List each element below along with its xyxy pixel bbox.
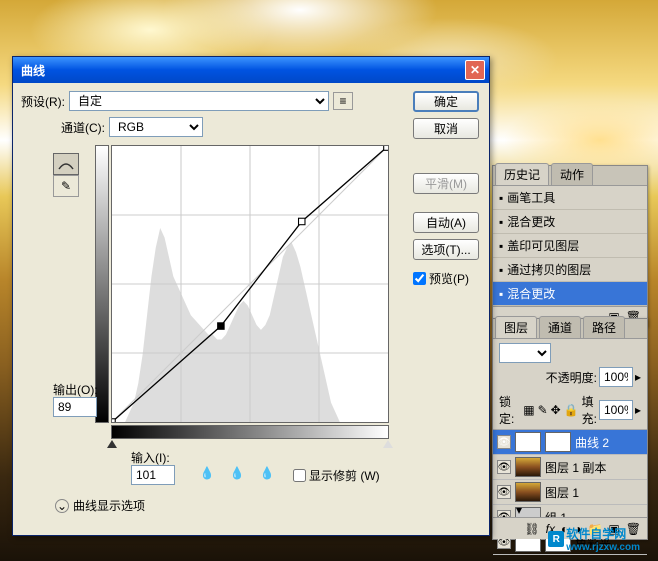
expand-label: 曲线显示选项 xyxy=(73,497,145,514)
opacity-label: 不透明度: xyxy=(546,369,597,386)
titlebar[interactable]: 曲线 ✕ xyxy=(13,57,489,83)
layer-thumb xyxy=(515,432,541,452)
smooth-button[interactable]: 平滑(M) xyxy=(413,173,479,194)
preset-menu-icon[interactable]: ≡ xyxy=(333,92,353,110)
mask-thumb xyxy=(545,432,571,452)
preset-label: 预设(R): xyxy=(21,93,65,110)
input-label: 输入(I): xyxy=(131,449,170,466)
auto-button[interactable]: 自动(A) xyxy=(413,212,479,233)
watermark-url: www.rjzxw.com xyxy=(566,542,640,553)
visibility-icon[interactable]: 👁 xyxy=(497,485,511,499)
curve-display-options[interactable]: ⌄ 曲线显示选项 xyxy=(55,497,145,514)
history-item[interactable]: ▪通过拷贝的图层 xyxy=(493,258,647,282)
layer-thumb xyxy=(515,482,541,502)
blend-mode-select[interactable] xyxy=(499,343,551,363)
history-item[interactable]: ▪混合更改 xyxy=(493,282,647,306)
gray-eyedropper[interactable]: 💧 xyxy=(227,463,247,483)
watermark-brand: 软件自学网 xyxy=(566,525,640,542)
fill-input[interactable] xyxy=(599,400,633,420)
history-panel: 历史记 动作 ▪画笔工具▪混合更改▪盖印可见图层▪通过拷贝的图层▪混合更改 ▣ … xyxy=(492,165,648,327)
history-step-icon: ▪ xyxy=(499,263,503,277)
dialog-title: 曲线 xyxy=(17,62,465,79)
pencil-tool-button[interactable]: ✎ xyxy=(53,175,79,197)
watermark: R 软件自学网 www.rjzxw.com xyxy=(548,525,640,553)
layer-thumb xyxy=(515,457,541,477)
opacity-input[interactable] xyxy=(599,367,633,387)
chevron-down-icon[interactable]: ▸ xyxy=(635,370,641,384)
fill-label: 填充: xyxy=(582,393,597,427)
link-icon[interactable]: ⛓ xyxy=(524,522,539,536)
ok-button[interactable]: 确定 xyxy=(413,91,479,112)
show-clipping-checkbox[interactable]: 显示修剪 (W) xyxy=(293,467,380,484)
lock-label: 锁定: xyxy=(499,393,520,427)
history-step-icon: ▪ xyxy=(499,215,503,229)
tab-channels[interactable]: 通道 xyxy=(539,316,581,338)
layer-name: 图层 1 副本 xyxy=(545,459,606,476)
white-point-slider[interactable] xyxy=(383,440,393,448)
history-item[interactable]: ▪画笔工具 xyxy=(493,186,647,210)
output-input[interactable] xyxy=(53,397,97,417)
curve-graph[interactable] xyxy=(111,145,389,423)
visibility-icon[interactable]: 👁 xyxy=(497,460,511,474)
tab-history[interactable]: 历史记 xyxy=(495,163,549,185)
history-step-icon: ▪ xyxy=(499,239,503,253)
chevron-down-icon[interactable]: ▸ xyxy=(635,403,641,417)
logo-icon: R xyxy=(548,531,564,547)
history-step-icon: ▪ xyxy=(499,287,503,301)
curves-dialog: 曲线 ✕ 预设(R): 自定 ≡ 通道(C): RGB ✎ 输出(O xyxy=(12,56,490,536)
layer-item[interactable]: 👁 图层 1 副本 xyxy=(493,455,647,480)
output-label: 输出(O): xyxy=(53,381,98,398)
lock-all-icon[interactable]: 🔒 xyxy=(564,403,579,417)
history-step-icon: ▪ xyxy=(499,191,503,205)
lock-paint-icon[interactable]: ✎ xyxy=(538,403,548,417)
pencil-icon: ✎ xyxy=(61,179,71,193)
show-clipping-label: 显示修剪 (W) xyxy=(309,467,380,484)
tab-actions[interactable]: 动作 xyxy=(551,163,593,185)
tab-paths[interactable]: 路径 xyxy=(583,316,625,338)
preview-checkbox[interactable]: 预览(P) xyxy=(413,270,479,287)
history-item[interactable]: ▪混合更改 xyxy=(493,210,647,234)
layer-name: 曲线 2 xyxy=(575,434,609,451)
black-point-slider[interactable] xyxy=(107,440,117,448)
history-item[interactable]: ▪盖印可见图层 xyxy=(493,234,647,258)
curve-tool-button[interactable] xyxy=(53,153,79,175)
input-gradient xyxy=(111,425,389,439)
cancel-button[interactable]: 取消 xyxy=(413,118,479,139)
layer-item[interactable]: 👁 曲线 2 xyxy=(493,430,647,455)
lock-move-icon[interactable]: ✥ xyxy=(551,403,561,417)
preset-select[interactable]: 自定 xyxy=(69,91,329,111)
close-button[interactable]: ✕ xyxy=(465,60,485,80)
visibility-icon[interactable]: 👁 xyxy=(497,435,511,449)
preview-input[interactable] xyxy=(413,272,426,285)
close-icon: ✕ xyxy=(470,63,480,77)
white-eyedropper[interactable]: 💧 xyxy=(257,463,277,483)
options-button[interactable]: 选项(T)... xyxy=(413,239,479,260)
layer-name: 图层 1 xyxy=(545,484,579,501)
black-eyedropper[interactable]: 💧 xyxy=(197,463,217,483)
layers-panel: 图层 通道 路径 不透明度: ▸ 锁定: ▦ ✎ ✥ 🔒 填充: ▸ 👁 曲线 2… xyxy=(492,318,648,540)
tab-layers[interactable]: 图层 xyxy=(495,316,537,338)
layer-item[interactable]: 👁 图层 1 xyxy=(493,480,647,505)
preview-label: 预览(P) xyxy=(429,270,469,287)
channel-label: 通道(C): xyxy=(61,119,105,136)
channel-select[interactable]: RGB xyxy=(109,117,203,137)
input-input[interactable] xyxy=(131,465,175,485)
expand-icon: ⌄ xyxy=(55,499,69,513)
show-clipping-input[interactable] xyxy=(293,469,306,482)
lock-trans-icon[interactable]: ▦ xyxy=(523,403,534,417)
